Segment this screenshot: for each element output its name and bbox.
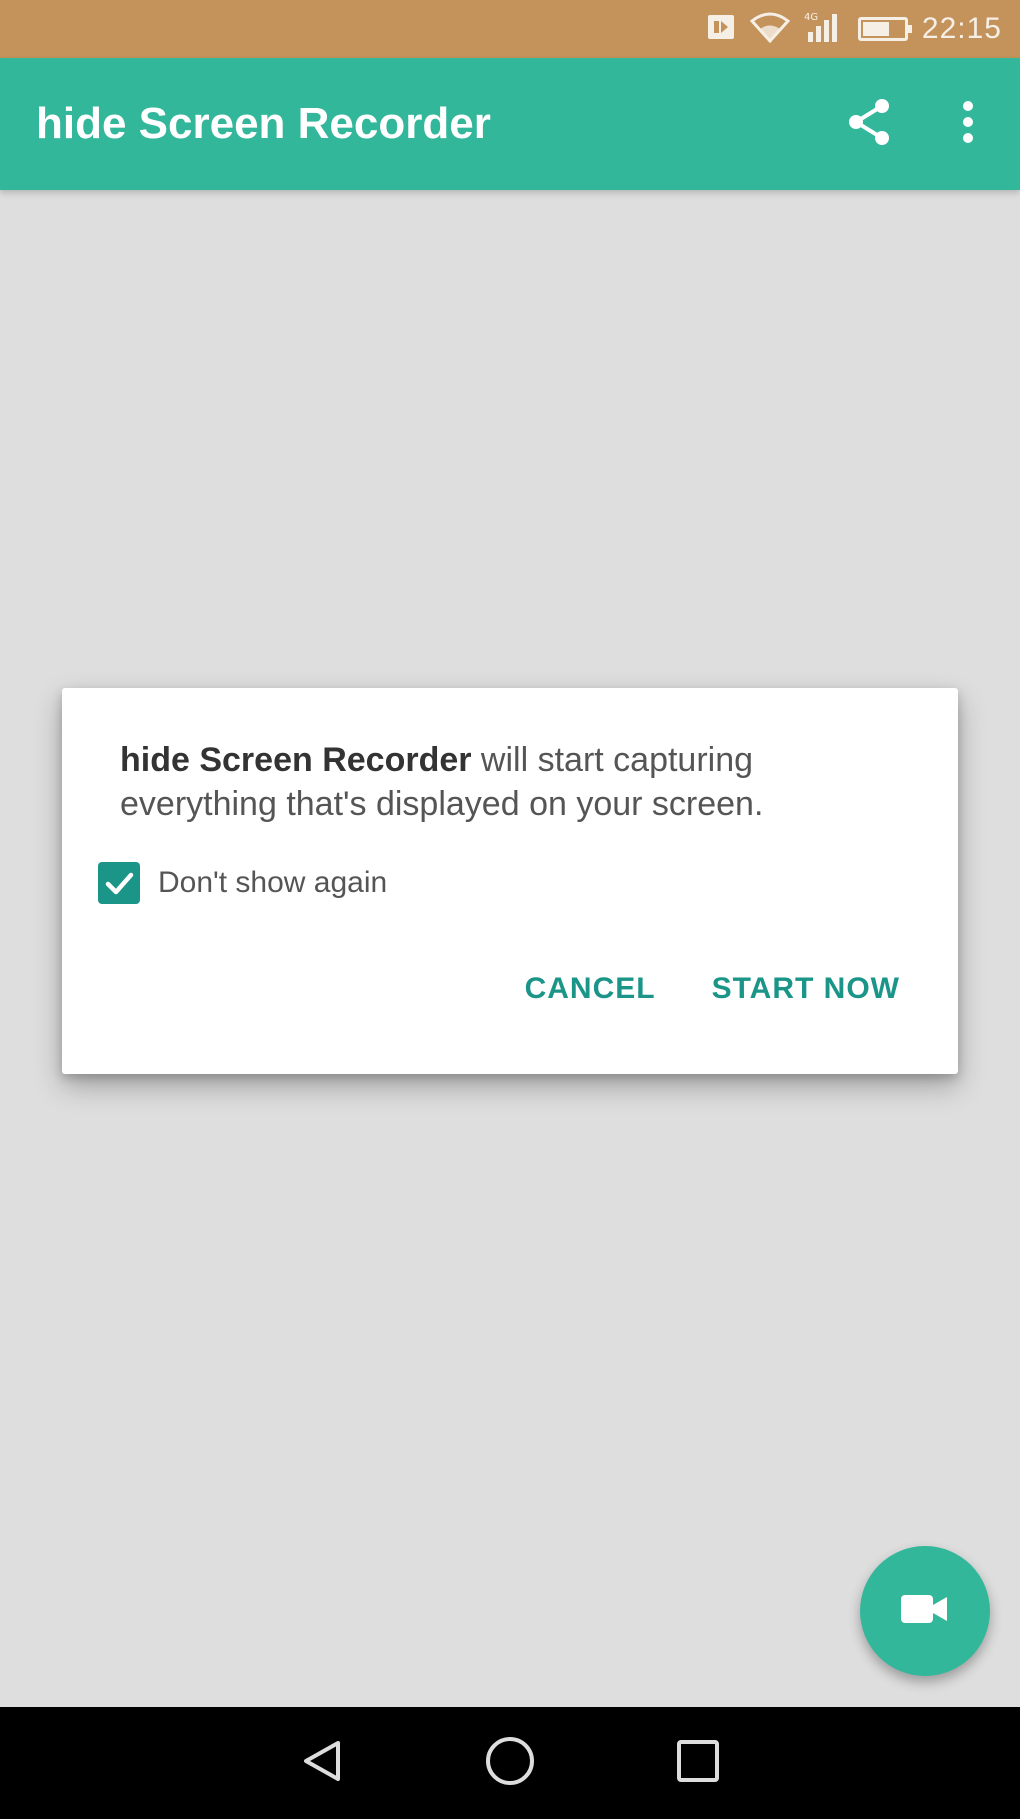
screen: 4G 22:15 hide Screen Recorder hide Scree… [0, 0, 1020, 1819]
app-bar: hide Screen Recorder [0, 58, 1020, 190]
videocam-icon [899, 1589, 951, 1634]
home-icon [484, 1735, 536, 1792]
record-fab[interactable] [860, 1546, 990, 1676]
wifi-icon [749, 11, 791, 48]
recents-icon [675, 1738, 721, 1789]
notification-icon [706, 12, 736, 47]
dont-show-again-label: Don't show again [158, 866, 388, 899]
navigation-bar [0, 1707, 1020, 1819]
svg-text:4G: 4G [804, 12, 818, 23]
more-options-button[interactable] [930, 86, 1006, 162]
cancel-button[interactable]: CANCEL [525, 972, 656, 1006]
status-bar: 4G 22:15 [0, 0, 1020, 58]
status-time: 22:15 [921, 12, 1002, 45]
start-now-button[interactable]: START NOW [712, 972, 900, 1006]
share-button[interactable] [832, 86, 908, 162]
share-icon [844, 96, 896, 153]
dont-show-again-row[interactable]: Don't show again [98, 860, 387, 906]
back-icon [298, 1737, 346, 1790]
app-title: hide Screen Recorder [36, 99, 491, 148]
signal-icon: 4G [804, 10, 844, 49]
home-button[interactable] [480, 1733, 540, 1793]
dont-show-again-checkbox[interactable] [98, 862, 140, 904]
status-icons: 4G 22:15 [706, 0, 1002, 58]
back-button[interactable] [292, 1733, 352, 1793]
dialog-message: hide Screen Recorder will start capturin… [120, 738, 910, 826]
dialog-app-name: hide Screen Recorder [120, 741, 472, 779]
dialog-actions: CANCEL START NOW [525, 972, 900, 1006]
more-vert-icon [960, 99, 976, 150]
checkmark-icon [105, 872, 134, 895]
battery-icon [857, 17, 912, 41]
recents-button[interactable] [668, 1733, 728, 1793]
screen-capture-dialog: hide Screen Recorder will start capturin… [62, 688, 958, 1074]
